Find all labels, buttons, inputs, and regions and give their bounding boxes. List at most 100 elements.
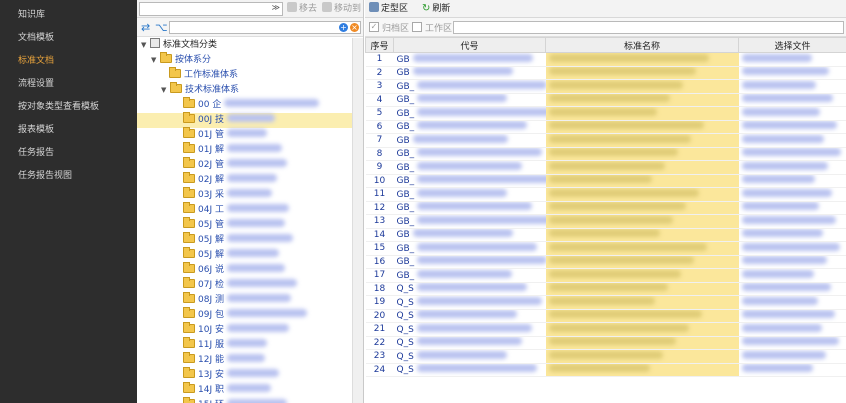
table-row[interactable]: 17 GB_ [365, 268, 846, 283]
collapse-icon[interactable]: ▼ [151, 53, 160, 68]
table-row[interactable]: 18 Q_S [365, 282, 846, 296]
row-file[interactable] [738, 66, 846, 80]
column-header-code[interactable]: 代号 [393, 37, 546, 53]
tree-node[interactable]: 15J 环 [137, 397, 352, 403]
collapse-icon[interactable]: ▼ [141, 38, 150, 53]
work-checkbox[interactable] [412, 22, 422, 32]
table-row[interactable]: 20 Q_S [365, 309, 846, 323]
row-file[interactable] [738, 282, 846, 296]
table-row[interactable]: 12 GB_ [365, 201, 846, 215]
nav-item[interactable]: 任务报告视图 [0, 165, 137, 188]
table-row[interactable]: 22 Q_S [365, 336, 846, 350]
remove-icon[interactable]: × [350, 23, 359, 32]
row-file[interactable] [738, 120, 846, 134]
row-file[interactable] [738, 322, 846, 337]
row-file[interactable] [738, 349, 846, 364]
tree-node[interactable]: 00 企 [137, 97, 352, 113]
row-file[interactable] [738, 106, 846, 121]
row-file[interactable] [738, 268, 846, 283]
fixed-area-button[interactable]: 定型区 [369, 2, 408, 16]
tree-node[interactable]: 05J 管 [137, 217, 352, 233]
move-out-button[interactable]: 移去 [287, 2, 317, 16]
row-file[interactable] [738, 214, 846, 229]
tree-node[interactable]: 02J 管 [137, 157, 352, 173]
tree-scrollbar[interactable] [352, 38, 363, 403]
table-row[interactable]: 7 GB [365, 133, 846, 148]
sync-icon[interactable]: ⇄ [141, 21, 150, 34]
table-row[interactable]: 19 Q_S [365, 295, 846, 310]
tree-node-system[interactable]: ▼ 按体系分 [137, 52, 352, 68]
nav-item[interactable]: 流程设置 [0, 73, 137, 96]
table-row[interactable]: 23 Q_S [365, 349, 846, 364]
tree-filter-input[interactable]: + × [169, 21, 361, 34]
table-row[interactable]: 2 GB [365, 66, 846, 80]
collapse-icon[interactable]: ▼ [161, 83, 170, 98]
add-icon[interactable]: + [339, 23, 348, 32]
tree-node[interactable]: 08J 测 [137, 292, 352, 308]
tree-node[interactable]: 13J 安 [137, 367, 352, 383]
table-row[interactable]: 14 GB [365, 228, 846, 242]
tree-node[interactable]: 11J 服 [137, 337, 352, 353]
nav-item[interactable]: 知识库 [0, 4, 137, 27]
row-file[interactable] [738, 363, 846, 377]
row-file[interactable] [738, 133, 846, 148]
row-file[interactable] [738, 174, 846, 188]
nav-item[interactable]: 任务报告 [0, 142, 137, 165]
row-file[interactable] [738, 79, 846, 94]
tree-node[interactable]: 00J 技 [137, 112, 352, 128]
tree-root[interactable]: ▼ 标准文档分类 [137, 38, 352, 53]
tree-node[interactable]: 07J 检 [137, 277, 352, 293]
nav-item[interactable]: 报表模板 [0, 119, 137, 142]
table-row[interactable]: 5 GB_ [365, 106, 846, 121]
tree-node[interactable]: 12J 能 [137, 352, 352, 368]
row-file[interactable] [738, 336, 846, 350]
row-file[interactable] [738, 201, 846, 215]
column-header-name[interactable]: 标准名称 [545, 37, 739, 53]
row-file[interactable] [738, 187, 846, 202]
table-row[interactable]: 10 GB_ [365, 174, 846, 188]
table-row[interactable]: 6 GB_ [365, 120, 846, 134]
tree-node[interactable]: 01J 解 [137, 142, 352, 158]
tree-node-work-system[interactable]: 工作标准体系 [137, 67, 352, 83]
tree-node[interactable]: 04J 工 [137, 202, 352, 218]
chevron-down-icon[interactable]: ≫ [272, 3, 280, 12]
row-file[interactable] [738, 160, 846, 175]
tree-node[interactable]: 03J 采 [137, 187, 352, 203]
table-row[interactable]: 11 GB_ [365, 187, 846, 202]
table-row[interactable]: 9 GB_ [365, 160, 846, 175]
table-row[interactable]: 4 GB_ [365, 93, 846, 107]
tree-node-tech-system[interactable]: ▼ 技术标准体系 [137, 82, 352, 98]
table-row[interactable]: 15 GB_ [365, 241, 846, 256]
grid-search-input[interactable] [453, 21, 844, 34]
table-row[interactable]: 8 GB_ [365, 147, 846, 161]
tree-structure-icon[interactable]: ⌥ [155, 21, 168, 34]
row-file[interactable] [738, 147, 846, 161]
row-file[interactable] [738, 295, 846, 310]
nav-item[interactable]: 标准文档 [0, 50, 137, 73]
table-row[interactable]: 3 GB_ [365, 79, 846, 94]
move-to-button[interactable]: 移动到 [322, 2, 361, 16]
row-file[interactable] [738, 255, 846, 269]
refresh-button[interactable]: ↻ 刷新 [422, 2, 450, 16]
table-row[interactable]: 13 GB_ [365, 214, 846, 229]
table-row[interactable]: 16 GB_ [365, 255, 846, 269]
tree-node[interactable]: 02J 解 [137, 172, 352, 188]
row-file[interactable] [738, 228, 846, 242]
tree-node[interactable]: 05J 解 [137, 247, 352, 263]
row-file[interactable] [738, 52, 846, 67]
table-row[interactable]: 24 Q_S [365, 363, 846, 377]
column-header-file[interactable]: 选择文件 [738, 37, 846, 53]
row-file[interactable] [738, 241, 846, 256]
row-file[interactable] [738, 309, 846, 323]
row-file[interactable] [738, 93, 846, 107]
table-row[interactable]: 21 Q_S [365, 322, 846, 337]
nav-item[interactable]: 文档模板 [0, 27, 137, 50]
column-header-no[interactable]: 序号 [365, 37, 394, 53]
archive-checkbox[interactable]: ✓ [369, 22, 379, 32]
tree-node[interactable]: 05J 解 [137, 232, 352, 248]
nav-item[interactable]: 按对象类型查看模板 [0, 96, 137, 119]
tree-node[interactable]: 14J 职 [137, 382, 352, 398]
tree-node[interactable]: 09J 包 [137, 307, 352, 323]
tree-dropdown[interactable]: ≫ [139, 2, 283, 16]
table-row[interactable]: 1 GB [365, 52, 846, 67]
